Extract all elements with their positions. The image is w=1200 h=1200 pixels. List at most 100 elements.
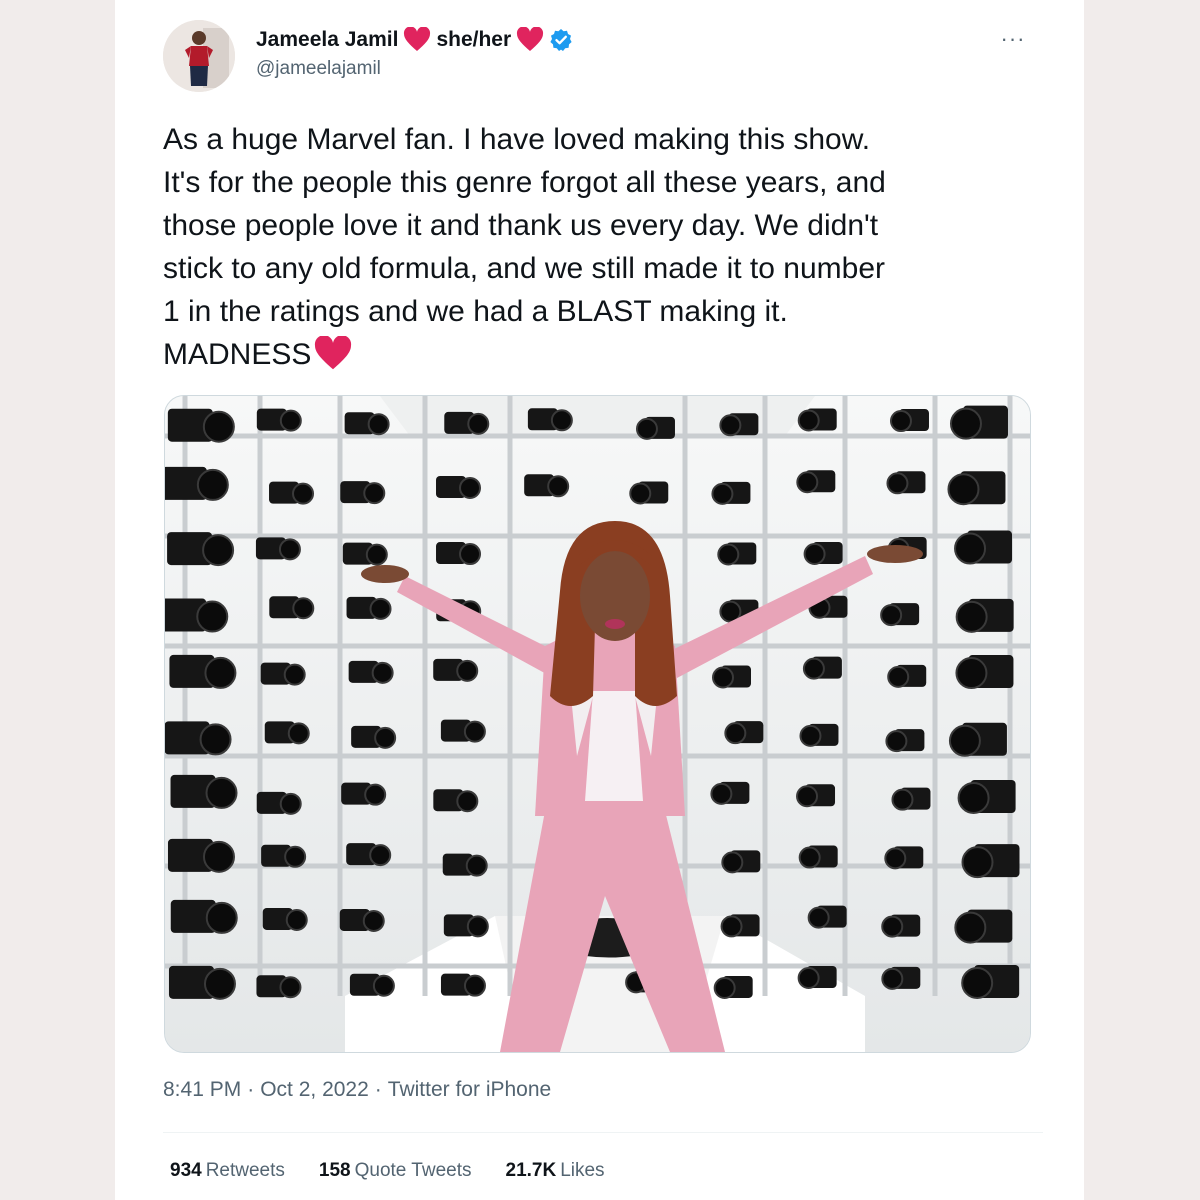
- camera: [443, 914, 489, 938]
- camera: [798, 845, 838, 869]
- red-heart-icon: [516, 27, 544, 53]
- photo-illustration: [165, 396, 1030, 1052]
- camera: [802, 656, 842, 680]
- camera: [433, 658, 479, 682]
- camera: [721, 850, 761, 874]
- tweet-line-last: MADNESS: [163, 333, 1043, 376]
- camera: [954, 909, 1013, 944]
- camera: [256, 975, 302, 999]
- camera: [165, 598, 229, 633]
- camera: [444, 411, 490, 435]
- camera: [165, 466, 229, 501]
- meta-separator: ·: [247, 1078, 255, 1101]
- camera: [881, 914, 921, 938]
- tweet-photo[interactable]: [164, 395, 1031, 1053]
- camera: [947, 471, 1006, 506]
- camera: [880, 603, 920, 627]
- camera: [269, 481, 315, 505]
- camera: [339, 908, 385, 932]
- engagement-stats: 934 Retweets 158 Quote Tweets 21.7K Likes: [170, 1160, 605, 1182]
- camera: [886, 471, 926, 495]
- tweet-card: Jameela Jamil she/her @jameelajamil ··· …: [115, 0, 1084, 1200]
- camera: [256, 408, 302, 432]
- camera: [712, 665, 752, 689]
- camera: [797, 966, 837, 990]
- camera: [955, 598, 1014, 633]
- camera: [948, 722, 1007, 757]
- camera: [349, 973, 395, 997]
- camera: [887, 664, 927, 688]
- divider: [163, 1132, 1043, 1133]
- author-name[interactable]: Jameela Jamil: [256, 28, 398, 52]
- quotes-count: 158: [318, 1160, 351, 1181]
- camera: [961, 964, 1020, 999]
- camera: [340, 481, 386, 505]
- camera: [167, 408, 235, 443]
- tweet-line: stick to any old formula, and we still m…: [163, 252, 885, 285]
- author-name-row[interactable]: Jameela Jamil she/her: [256, 26, 573, 54]
- camera: [346, 843, 392, 867]
- tweet-line: those people love it and thank us every …: [163, 209, 879, 242]
- likes-label: Likes: [560, 1160, 605, 1181]
- author-pronouns: she/her: [436, 28, 512, 51]
- camera: [255, 537, 301, 561]
- camera: [440, 719, 486, 743]
- camera: [165, 721, 232, 756]
- quotes-label: Quote Tweets: [354, 1160, 472, 1181]
- camera: [720, 914, 760, 938]
- tweet-line: MADNESS: [163, 338, 312, 371]
- camera: [957, 779, 1016, 814]
- author-avatar[interactable]: [163, 20, 235, 92]
- camera: [170, 774, 238, 809]
- camera: [724, 721, 764, 745]
- camera: [440, 973, 486, 997]
- camera: [710, 781, 750, 805]
- camera: [351, 725, 397, 749]
- camera: [527, 408, 573, 432]
- meta-separator: ·: [374, 1078, 382, 1101]
- camera: [344, 412, 390, 436]
- retweets-count: 934: [170, 1160, 202, 1181]
- camera: [881, 966, 921, 990]
- camera: [264, 721, 310, 745]
- camera: [269, 596, 315, 620]
- camera: [884, 846, 924, 870]
- camera: [346, 596, 392, 620]
- camera: [348, 660, 394, 684]
- red-heart-icon: [403, 27, 431, 53]
- camera: [961, 844, 1020, 879]
- camera: [635, 416, 675, 440]
- camera: [341, 782, 387, 806]
- camera: [261, 844, 307, 868]
- verified-badge-icon: [549, 28, 573, 52]
- camera: [797, 408, 837, 432]
- camera: [260, 662, 306, 686]
- camera: [803, 541, 843, 565]
- camera: [442, 853, 488, 877]
- camera: [170, 899, 238, 934]
- retweets-stat[interactable]: 934 Retweets: [170, 1160, 285, 1182]
- tweet-time[interactable]: 8:41 PM: [163, 1078, 241, 1102]
- camera: [711, 481, 751, 505]
- camera: [169, 654, 237, 689]
- red-heart-icon: [311, 335, 355, 372]
- author-handle[interactable]: @jameelajamil: [256, 58, 381, 80]
- camera: [436, 542, 482, 566]
- likes-stat[interactable]: 21.7K Likes: [506, 1160, 605, 1182]
- camera: [891, 787, 931, 811]
- tweet-text: As a huge Marvel fan. I have loved makin…: [163, 118, 1043, 376]
- camera: [796, 784, 836, 808]
- tweet-source[interactable]: Twitter for iPhone: [388, 1078, 551, 1102]
- camera: [954, 530, 1013, 565]
- camera: [713, 975, 753, 999]
- camera: [955, 655, 1014, 690]
- more-icon[interactable]: ···: [995, 24, 1031, 54]
- camera: [436, 475, 482, 499]
- tweet-line: It's for the people this genre forgot al…: [163, 166, 886, 199]
- likes-count: 21.7K: [505, 1160, 557, 1181]
- tweet-date[interactable]: Oct 2, 2022: [260, 1078, 369, 1102]
- camera: [885, 729, 925, 753]
- tweet-meta: 8:41 PM · Oct 2, 2022 · Twitter for iPho…: [163, 1078, 551, 1102]
- quotes-stat[interactable]: 158 Quote Tweets: [319, 1160, 472, 1182]
- retweets-label: Retweets: [205, 1160, 285, 1181]
